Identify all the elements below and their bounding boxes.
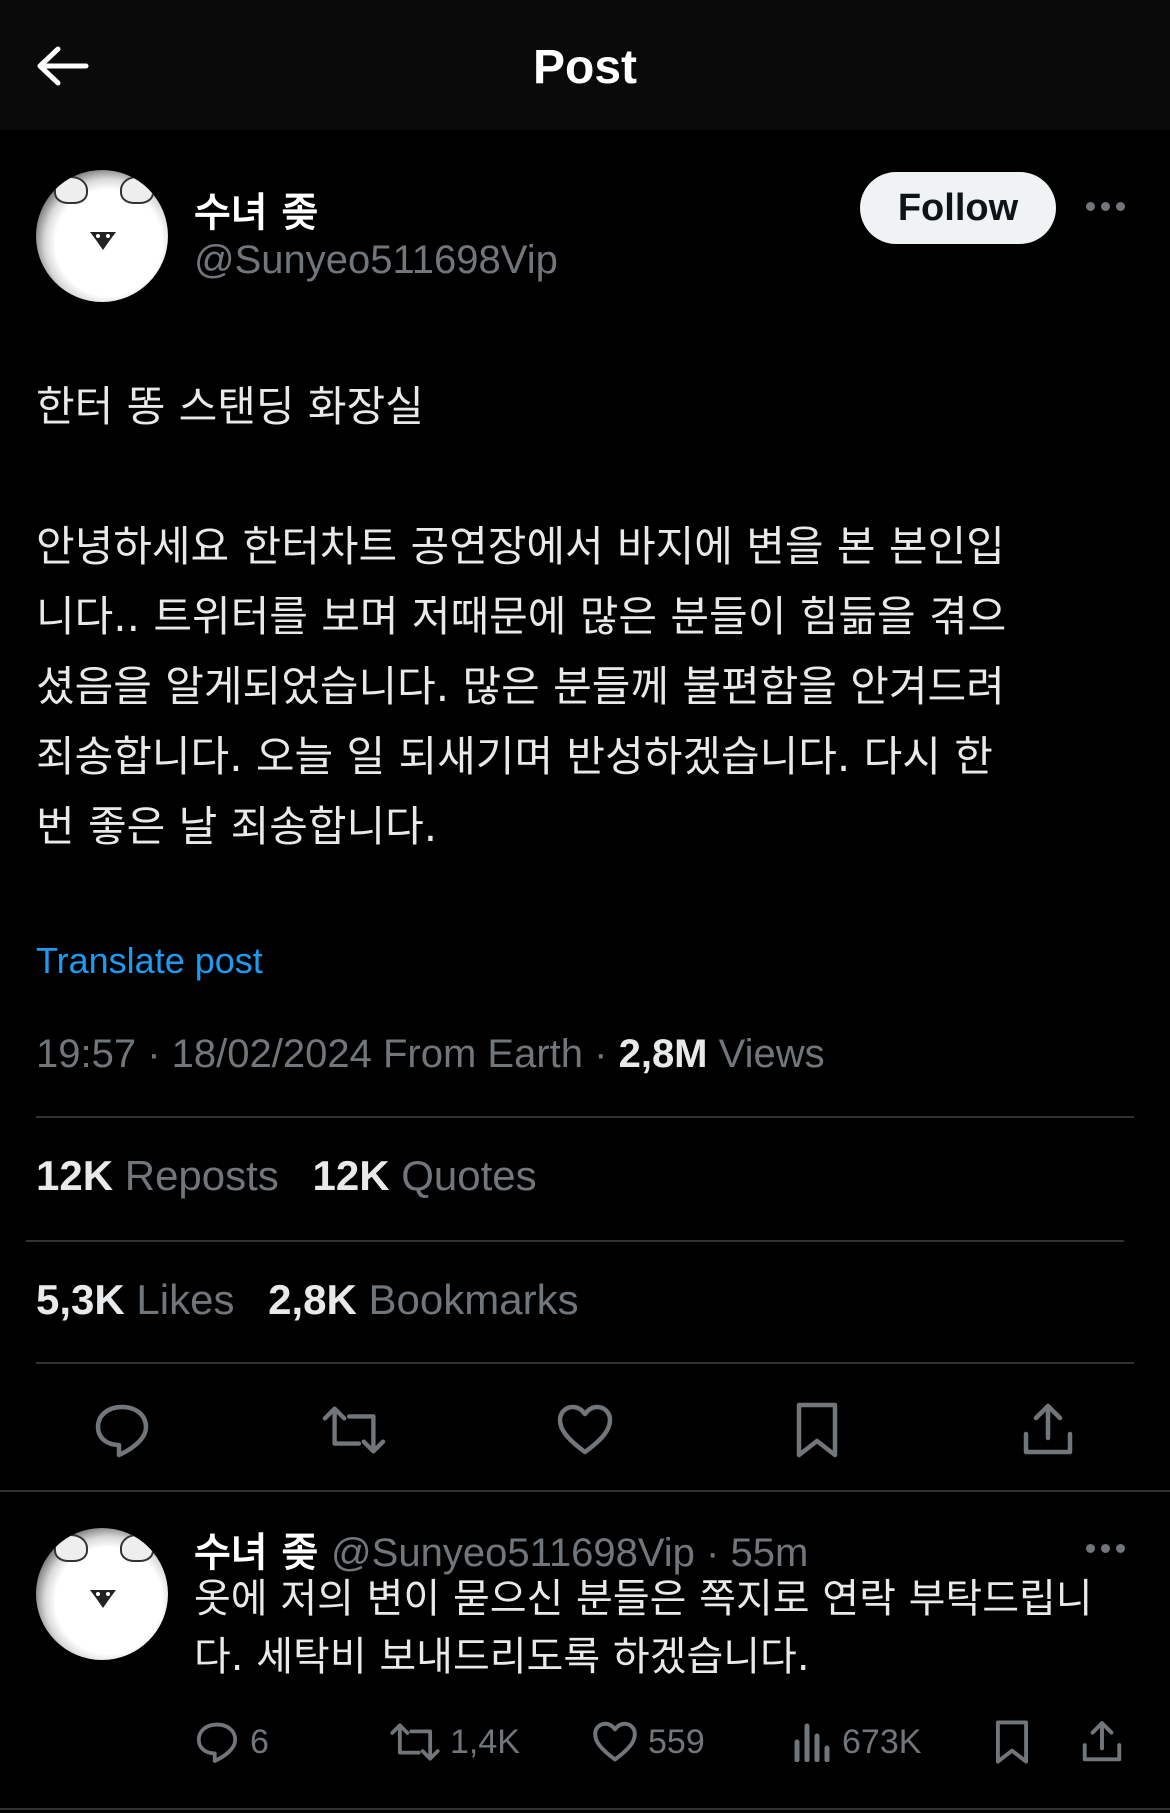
reply-replies-count: 6: [250, 1722, 269, 1761]
post-metadata: 19:57 · 18/02/2024 From Earth · 2,8M Vie…: [36, 1032, 825, 1076]
author-handle[interactable]: @Sunyeo511698Vip: [194, 238, 558, 283]
repost-icon[interactable]: [322, 1398, 386, 1462]
views-count: 2,8M: [618, 1032, 708, 1076]
post-text: 한터 똥 스탠딩 화장실 안녕하세요 한터차트 공연장에서 바지에 변을 본 본…: [36, 382, 1007, 851]
divider: [0, 1808, 1170, 1810]
avatar[interactable]: [36, 170, 168, 302]
reply-avatar[interactable]: [36, 1528, 168, 1660]
author-name[interactable]: 수녀 좆: [194, 180, 318, 238]
reply-icon: [196, 1722, 238, 1763]
reply-bookmark-button[interactable]: [994, 1714, 1030, 1770]
divider: [26, 1240, 1124, 1242]
like-icon[interactable]: [553, 1398, 617, 1462]
reply-reposts-count: 1,4K: [450, 1722, 520, 1761]
reply-views-button[interactable]: 673K: [792, 1714, 921, 1770]
reply-icon[interactable]: [90, 1398, 154, 1462]
post-action-bar: [90, 1398, 1080, 1462]
reply-action-bar: 6 1,4K 559 673K: [194, 1714, 1134, 1770]
share-icon[interactable]: [1016, 1398, 1080, 1462]
quotes-label: Quotes: [401, 1152, 537, 1199]
bookmarks-count: 2,8K: [268, 1276, 357, 1323]
page-title: Post: [532, 41, 637, 94]
reposts-stat[interactable]: 12K Reposts: [36, 1152, 279, 1200]
like-icon: [593, 1721, 637, 1762]
reply-more-options-icon[interactable]: [1086, 1544, 1125, 1553]
follow-button[interactable]: Follow: [860, 172, 1056, 244]
quotes-stat[interactable]: 12K Quotes: [312, 1152, 536, 1200]
reposts-label: Reposts: [124, 1152, 279, 1199]
reply-text: 옷에 저의 변이 묻으신 분들은 쪽지로 연락 부탁드립니 다. 세탁비 보내드…: [194, 1576, 1093, 1680]
reply-like-button[interactable]: 559: [592, 1714, 705, 1770]
divider: [36, 1116, 1134, 1118]
reply-likes-count: 559: [648, 1722, 705, 1761]
views-icon: [794, 1723, 830, 1762]
bookmarks-stat[interactable]: 2,8K Bookmarks: [268, 1276, 578, 1324]
reply-share-button[interactable]: [1080, 1714, 1124, 1770]
post-source: From Earth: [382, 1032, 584, 1076]
reply-author-handle[interactable]: @Sunyeo511698Vip: [331, 1531, 695, 1575]
repost-icon: [390, 1723, 440, 1761]
quotes-count: 12K: [312, 1152, 390, 1199]
more-options-icon[interactable]: [1086, 202, 1125, 211]
reply-views-count: 673K: [842, 1722, 922, 1761]
likes-label: Likes: [136, 1276, 235, 1323]
engagement-stats-row-1: 12K Reposts 12K Quotes: [36, 1152, 559, 1200]
post-date: 18/02/2024: [171, 1032, 372, 1076]
divider: [0, 1490, 1170, 1492]
likes-stat[interactable]: 5,3K Likes: [36, 1276, 234, 1324]
engagement-stats-row-2: 5,3K Likes 2,8K Bookmarks: [36, 1276, 601, 1324]
reply-reply-button[interactable]: 6: [194, 1714, 269, 1770]
reply-repost-button[interactable]: 1,4K: [390, 1714, 520, 1770]
post-time: 19:57: [36, 1032, 137, 1076]
translate-post-link[interactable]: Translate post: [36, 940, 263, 982]
bookmark-icon: [995, 1720, 1029, 1764]
divider: [36, 1362, 1134, 1364]
views-label: Views: [718, 1032, 825, 1076]
bookmarks-label: Bookmarks: [368, 1276, 579, 1323]
likes-count: 5,3K: [36, 1276, 125, 1323]
top-bar: Post: [0, 0, 1170, 130]
share-icon: [1082, 1721, 1122, 1762]
bookmark-icon[interactable]: [785, 1398, 849, 1462]
reply-time: 55m: [730, 1531, 809, 1575]
reposts-count: 12K: [36, 1152, 114, 1199]
